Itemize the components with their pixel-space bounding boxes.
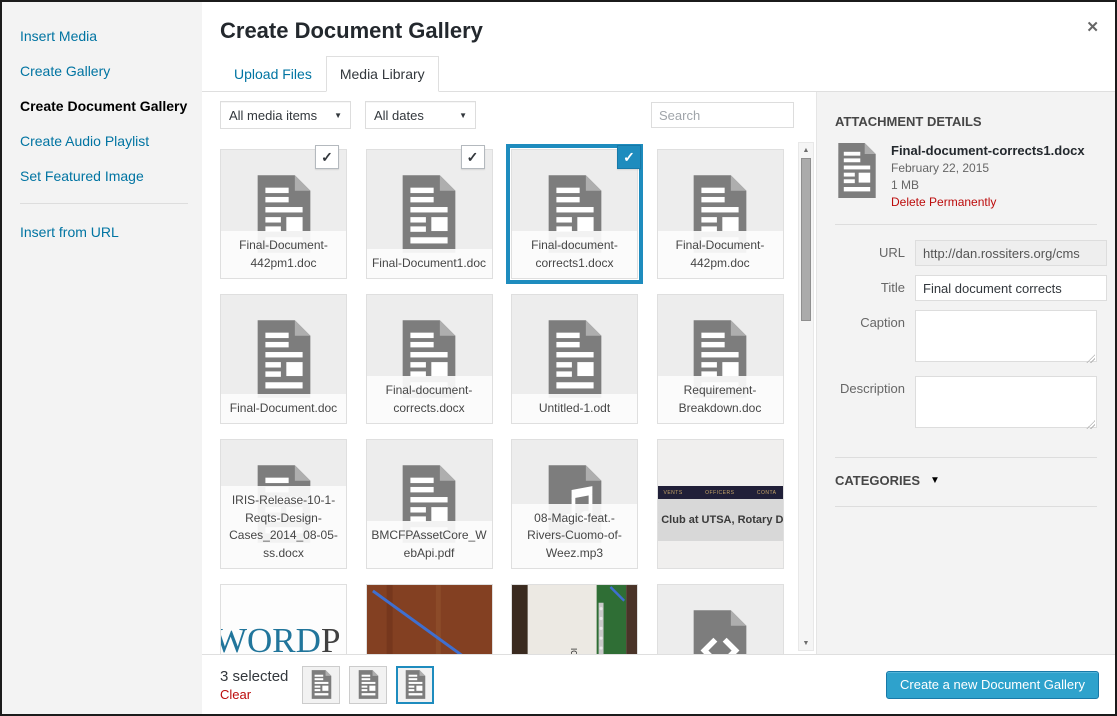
check-icon[interactable]: ✓ [461, 145, 485, 169]
chevron-down-icon: ▼ [445, 111, 467, 120]
description-label: Description [835, 376, 915, 433]
resize-grip-icon[interactable] [1086, 420, 1095, 429]
selected-count: 3 selected [220, 668, 288, 685]
delete-permanently-link[interactable]: Delete Permanently [891, 195, 1085, 209]
media-item[interactable]: WORDP [220, 584, 347, 654]
tab-bar: Upload FilesMedia Library [220, 56, 439, 92]
details-divider [835, 457, 1097, 458]
resize-grip-icon[interactable] [1086, 354, 1095, 363]
chevron-down-icon: ▼ [930, 475, 940, 486]
modal-sidebar: Insert Media Create Gallery Create Documen… [2, 2, 202, 714]
caption-label: Caption [835, 310, 915, 367]
media-item-filename: Final-document-corrects1.docx [512, 231, 637, 278]
search-input[interactable] [651, 102, 794, 128]
webpage-screenshot-thumbnail: VENTSOFFICERSCONTAt Club at UTSA, Rotary… [658, 440, 783, 568]
media-browser: All media items ▼ All dates ▼ Final-Docu… [202, 92, 816, 654]
media-item-filename: BMCFPAssetCore_WebApi.pdf [367, 521, 492, 568]
media-item-filename: Final-Document-442pm1.doc [221, 231, 346, 278]
details-divider [835, 506, 1097, 507]
caption-field[interactable] [915, 310, 1097, 362]
sidebar-secondary-menu: Insert from URL [20, 222, 188, 243]
description-field[interactable] [915, 376, 1097, 428]
tab-upload-files[interactable]: Upload Files [220, 56, 326, 92]
media-item[interactable]: VENTSOFFICERSCONTAt Club at UTSA, Rotary… [657, 439, 784, 569]
media-item[interactable]: Untitled-1.odt [511, 294, 638, 424]
media-item[interactable]: IRIS-Release-10-1-Reqts-Design-Cases_201… [220, 439, 347, 569]
scroll-down-icon[interactable]: ▼ [799, 637, 813, 649]
check-icon[interactable]: ✓ [315, 145, 339, 169]
media-item-filename: IRIS-Release-10-1-Reqts-Design-Cases_201… [221, 486, 346, 568]
media-modal: Insert Media Create Gallery Create Documen… [0, 0, 1117, 716]
wordpress-logo-thumbnail: WORDP [221, 585, 346, 654]
selected-item-thumbnail[interactable] [349, 666, 387, 704]
url-field[interactable] [915, 240, 1107, 266]
media-item[interactable]: Final-Document-442pm1.doc✓ [220, 149, 347, 279]
page-title: Create Document Gallery [202, 2, 1115, 44]
media-item-filename: Final-Document-442pm.doc [658, 231, 783, 278]
attachment-details-panel: ATTACHMENT DETAILS Final-document-correc… [816, 92, 1115, 654]
attachment-filename: Final-document-corrects1.docx [891, 143, 1085, 158]
selected-item-thumbnail[interactable] [302, 666, 340, 704]
code-file-icon [658, 585, 783, 654]
media-item[interactable]: BMCFPAssetCore_WebApi.pdf [366, 439, 493, 569]
media-item[interactable] [366, 584, 493, 654]
scrollbar[interactable]: ▲ ▼ [798, 142, 814, 651]
scrollbar-thumb[interactable] [801, 158, 811, 321]
sidebar-item-create-gallery[interactable]: Create Gallery [20, 61, 188, 82]
url-label: URL [835, 240, 915, 266]
media-item-filename: Untitled-1.odt [512, 394, 637, 423]
media-item[interactable]: Requirement-Breakdown.doc [657, 294, 784, 424]
photo-thumbnail [367, 585, 492, 654]
media-toolbar: All media items ▼ All dates ▼ [202, 92, 816, 129]
chevron-down-icon: ▼ [320, 111, 342, 120]
modal-main: Create Document Gallery ✕ Upload FilesMe… [202, 2, 1115, 714]
close-icon[interactable]: ✕ [1086, 18, 1099, 36]
sidebar-item-insert-media[interactable]: Insert Media [20, 26, 188, 47]
title-label: Title [835, 275, 915, 301]
attachment-date: February 22, 2015 [891, 161, 1085, 175]
sidebar-item-create-document-gallery[interactable]: Create Document Gallery [20, 96, 188, 117]
media-item-filename: Requirement-Breakdown.doc [658, 376, 783, 423]
check-icon[interactable]: ✓ [617, 145, 641, 169]
attachment-filesize: 1 MB [891, 178, 1085, 192]
media-item[interactable]: Final-document-corrects.docx [366, 294, 493, 424]
media-item-filename: 08-Magic-feat.-Rivers-Cuomo-of-Weez.mp3 [512, 504, 637, 568]
sidebar-divider [20, 203, 188, 204]
clear-selection-link[interactable]: Clear [220, 687, 288, 702]
details-divider [835, 224, 1097, 225]
photo-thumbnail: IC: 7393A-PU [512, 585, 637, 654]
media-item[interactable]: Final-Document1.doc✓ [366, 149, 493, 279]
attachment-details-heading: ATTACHMENT DETAILS [835, 114, 1097, 129]
media-item-filename: Final-document-corrects.docx [367, 376, 492, 423]
attachment-thumbnail-icon [835, 143, 879, 209]
media-item-filename: Final-Document.doc [221, 394, 346, 423]
media-grid: Final-Document-442pm1.doc✓Final-Document… [202, 129, 816, 654]
scroll-up-icon[interactable]: ▲ [799, 144, 813, 156]
categories-toggle[interactable]: CATEGORIES ▼ [835, 473, 1097, 488]
media-item[interactable]: IC: 7393A-PU [511, 584, 638, 654]
selected-thumbnails [302, 666, 434, 704]
sidebar-item-create-audio-playlist[interactable]: Create Audio Playlist [20, 131, 188, 152]
date-filter[interactable]: All dates ▼ [365, 101, 476, 129]
svg-text:IC: 7393A-PU: IC: 7393A-PU [569, 648, 578, 654]
sidebar-item-insert-from-url[interactable]: Insert from URL [20, 222, 188, 243]
media-item[interactable]: 08-Magic-feat.-Rivers-Cuomo-of-Weez.mp3 [511, 439, 638, 569]
modal-header: Create Document Gallery ✕ Upload FilesMe… [202, 2, 1115, 92]
sidebar-item-set-featured-image[interactable]: Set Featured Image [20, 166, 188, 187]
title-field[interactable] [915, 275, 1107, 301]
media-item[interactable]: Final-document-corrects1.docx✓ [511, 149, 638, 279]
media-type-filter[interactable]: All media items ▼ [220, 101, 351, 129]
tab-media-library[interactable]: Media Library [326, 56, 439, 92]
sidebar-primary-menu: Insert Media Create Gallery Create Documen… [20, 26, 188, 187]
create-document-gallery-button[interactable]: Create a new Document Gallery [886, 671, 1099, 699]
selected-item-thumbnail[interactable] [396, 666, 434, 704]
media-item[interactable] [657, 584, 784, 654]
media-item-filename: Final-Document1.doc [367, 249, 492, 278]
modal-footer: 3 selected Clear Create a new Document G… [202, 654, 1115, 714]
media-item[interactable]: Final-Document-442pm.doc [657, 149, 784, 279]
media-item[interactable]: Final-Document.doc [220, 294, 347, 424]
